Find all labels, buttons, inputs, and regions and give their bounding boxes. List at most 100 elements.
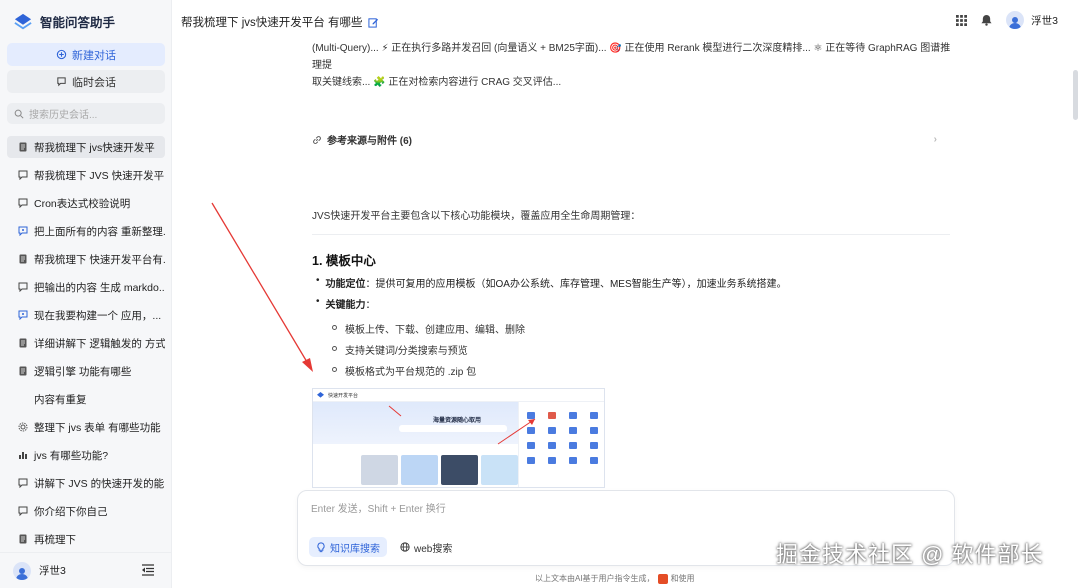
bullet-item: • 功能定位：提供可复用的应用模板（如OA办公系统、库存管理、MES智能生产等）… (316, 275, 787, 290)
history-item[interactable]: 整理下 jvs 表单 有哪些功能 (7, 416, 165, 438)
more-options-icon[interactable]: ⋮ (145, 140, 157, 154)
scrollbar[interactable] (1073, 70, 1078, 120)
history-item-label: 讲解下 JVS 的快速开发的能... (34, 477, 165, 490)
retrieval-status-text: (Multi-Query)... ⚡ 正在执行多路并发召回 (向量语义 + BM… (312, 40, 952, 91)
references-toggle[interactable]: 参考来源与附件 (6) › (312, 132, 937, 147)
chevron-right-icon: › (933, 134, 937, 145)
history-item[interactable]: 逻辑引擎 功能有哪些 (7, 360, 165, 382)
sidebar: 智能问答助手 新建对话 临时会话 搜索历史会话... 帮我梳理下 jvs快速开发… (0, 0, 172, 588)
brand: 智能问答助手 (14, 12, 115, 31)
new-chat-label: 新建对话 (72, 49, 116, 62)
link-icon (313, 135, 321, 144)
history-item[interactable]: jvs 有哪些功能? (7, 444, 165, 466)
knowledge-search-label: 知识库搜索 (330, 543, 380, 555)
avatar[interactable] (13, 561, 31, 580)
gear-icon (18, 422, 28, 432)
knowledge-search-toggle[interactable]: 知识库搜索 (309, 537, 387, 557)
history-item-label: 帮我梳理下 jvs快速开发平 (34, 141, 155, 154)
section-heading: 1. 模板中心 (312, 254, 376, 268)
header: 帮我梳理下 jvs快速开发平台 有哪些 浮世3 (172, 0, 1080, 40)
search-placeholder: 搜索历史会话... (29, 110, 98, 121)
history-item-label: 帮我梳理下 快速开发平台有... (34, 253, 165, 266)
doc-icon (18, 338, 28, 348)
chat-icon (18, 282, 28, 292)
doc-icon (18, 142, 28, 152)
bullet-label: 关键能力 (325, 300, 366, 311)
web-search-label: web搜索 (414, 543, 453, 555)
chat-input-placeholder[interactable]: Enter 发送，Shift + Enter 换行 (311, 500, 446, 515)
user-icon (16, 567, 28, 580)
embedded-screenshot[interactable]: 快速开发平台 海量资源随心取用 (312, 388, 605, 488)
disclaimer-text-a: 以上文本由AI基于用户指令生成， (535, 574, 655, 583)
history-item[interactable]: 帮我梳理下 jvs快速开发平 ⋮ (7, 136, 165, 158)
collapse-sidebar-icon[interactable] (141, 564, 155, 576)
new-chat-button[interactable]: 新建对话 (7, 43, 165, 66)
history-item-label: 把上面所有的内容 重新整理... (34, 225, 165, 238)
header-actions: 浮世3 (956, 11, 1058, 29)
history-item[interactable]: 你介绍下你自己 (7, 500, 165, 522)
html5-badge-icon (657, 573, 668, 584)
history-item-label: 现在我要构建一个 应用，... (34, 309, 162, 322)
history-item-label: Cron表达式校验说明 (34, 197, 131, 210)
history-item[interactable]: 内容有重复 (7, 388, 165, 410)
watermark: 掘金技术社区 @ 软件部长 (776, 542, 1044, 567)
conversation-title: 帮我梳理下 jvs快速开发平台 有哪些 (181, 17, 363, 29)
status-line-2: 取关键线索... 🧩 正在对检索内容进行 CRAG 交叉评估... (312, 77, 562, 88)
history-item-label: 再梳理下 (34, 533, 76, 546)
edit-icon[interactable] (368, 17, 379, 28)
references-label: 参考来源与附件 (6) (327, 136, 412, 147)
bullet-body: 功能定位：提供可复用的应用模板（如OA办公系统、库存管理、MES智能生产等），加… (326, 275, 787, 290)
doc-icon (18, 254, 28, 264)
bullet-body: 关键能力： (326, 296, 376, 311)
history-item[interactable]: 讲解下 JVS 的快速开发的能... (7, 472, 165, 494)
history-search-input[interactable]: 搜索历史会话... (7, 103, 165, 124)
history-item-label: 整理下 jvs 表单 有哪些功能 (34, 421, 161, 434)
history-item-label: 你介绍下你自己 (34, 505, 108, 518)
doc-icon (18, 534, 28, 544)
history-item[interactable]: 再梳理下 (7, 528, 165, 550)
history-item-label: 把输出的内容 生成 markdo... (34, 281, 165, 294)
header-username: 浮世3 (1031, 14, 1058, 27)
chat-bubble-icon (57, 77, 66, 87)
globe-icon (400, 542, 410, 552)
history-item[interactable]: 把输出的内容 生成 markdo... (7, 276, 165, 298)
temp-chat-label: 临时会话 (72, 76, 116, 89)
chat-icon (18, 198, 28, 208)
app-name: 智能问答助手 (40, 16, 116, 30)
ai-disclaimer: 以上文本由AI基于用户指令生成， 和使用 (535, 573, 695, 584)
bullet-label: 功能定位 (325, 279, 366, 290)
chat-icon (18, 478, 28, 488)
history-item[interactable]: 详细讲解下 逻辑触发的 方式 (7, 332, 165, 354)
sub-bullet-text: 模板格式为平台规范的 .zip 包 (345, 367, 477, 378)
search-icon (14, 109, 24, 119)
sidebar-username: 浮世3 (39, 565, 66, 577)
history-item[interactable]: 现在我要构建一个 应用，... (7, 304, 165, 326)
history-item-label: jvs 有哪些功能? (34, 449, 109, 462)
bullet-text: ：提供可复用的应用模板（如OA办公系统、库存管理、MES智能生产等），加速业务系… (365, 279, 787, 290)
header-avatar[interactable] (1006, 11, 1025, 29)
history-item[interactable]: Cron表达式校验说明 (7, 192, 165, 214)
notification-bell-icon[interactable] (981, 14, 992, 26)
lightbulb-icon (317, 541, 325, 552)
status-line-1: (Multi-Query)... ⚡ 正在执行多路并发召回 (向量语义 + BM… (312, 43, 951, 71)
history-item[interactable]: 把上面所有的内容 重新整理... (7, 220, 165, 242)
history-item-label: 逻辑引擎 功能有哪些 (34, 365, 132, 378)
thumb-annotations (388, 405, 536, 445)
web-search-toggle[interactable]: web搜索 (393, 537, 459, 557)
sub-bullet-circle (332, 367, 337, 372)
doc-icon (18, 366, 28, 376)
user-icon (1009, 17, 1022, 29)
apps-grid-icon[interactable] (956, 14, 968, 26)
bullet-text: ： (365, 300, 376, 311)
header-user[interactable]: 浮世3 (1006, 11, 1058, 29)
history-item[interactable]: 帮我梳理下 JVS 快速开发平... (7, 164, 165, 186)
temp-chat-button[interactable]: 临时会话 (7, 70, 165, 93)
sub-bullet-circle (332, 325, 337, 330)
bullet-dot: • (316, 275, 320, 286)
history-item-label: 内容有重复 (34, 393, 87, 406)
chat-icon (18, 506, 28, 516)
app-logo-icon (14, 13, 32, 29)
page-title: 帮我梳理下 jvs快速开发平台 有哪些 (181, 14, 379, 30)
history-item[interactable]: 帮我梳理下 快速开发平台有... (7, 248, 165, 270)
history-item-label: 详细讲解下 逻辑触发的 方式 (34, 337, 165, 350)
